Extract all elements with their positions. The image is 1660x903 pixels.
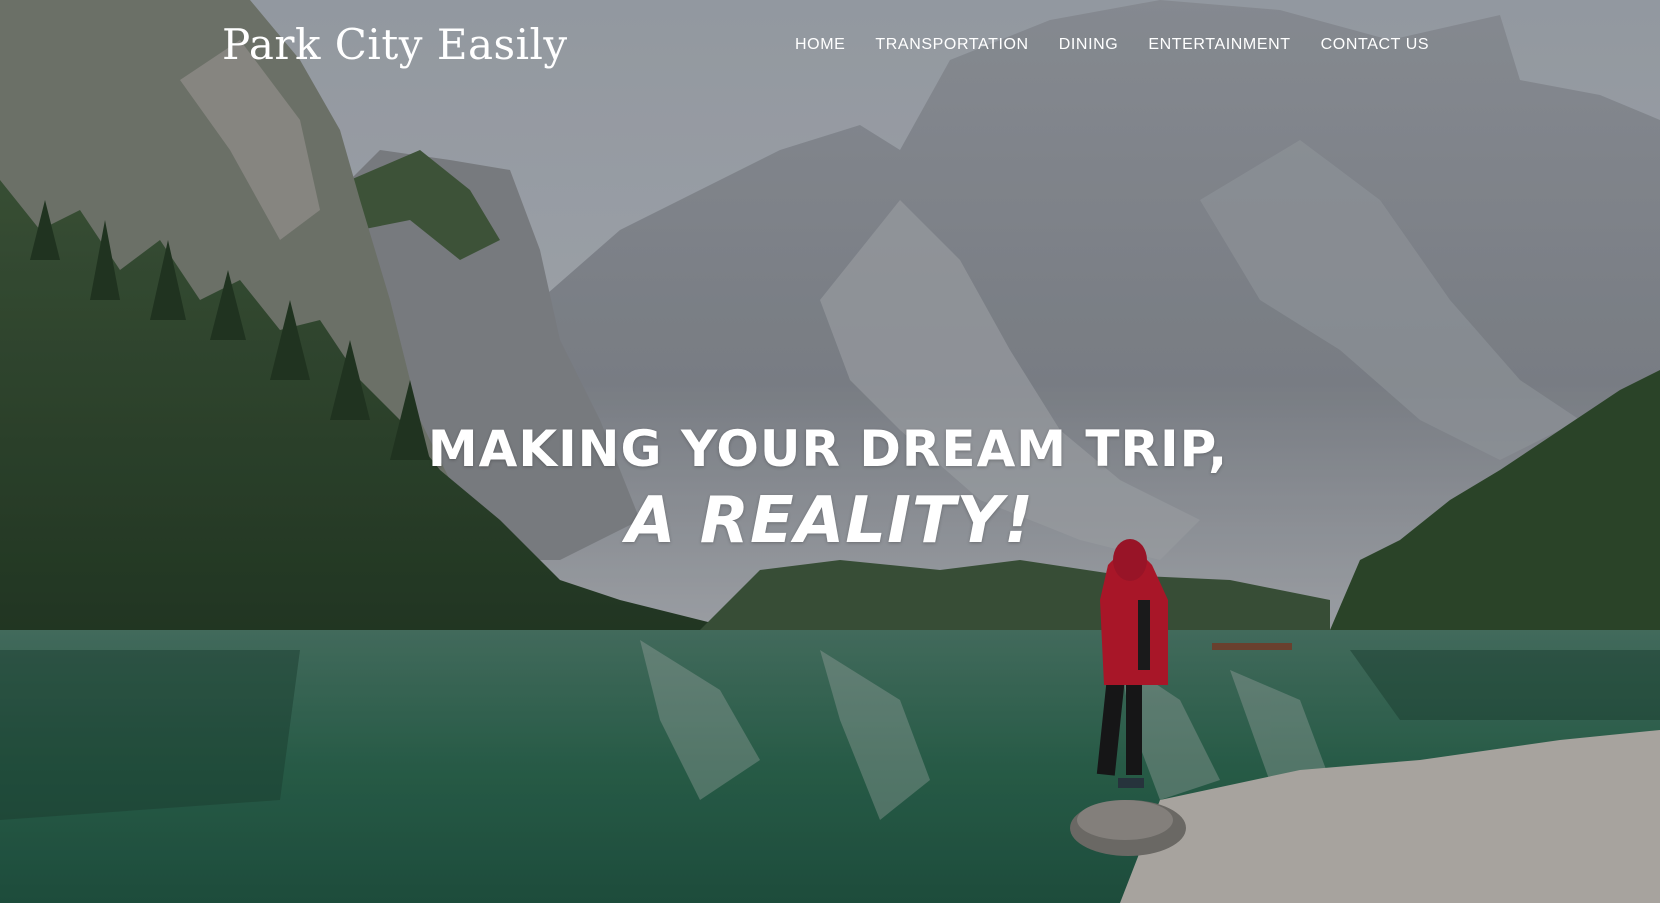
nav-entertainment[interactable]: ENTERTAINMENT xyxy=(1148,36,1290,54)
headline-line-1: MAKING YOUR DREAM TRIP, xyxy=(427,420,1229,478)
nav-home[interactable]: HOME xyxy=(795,36,845,54)
main-nav: HOME TRANSPORTATION DINING ENTERTAINMENT… xyxy=(795,36,1429,54)
headline-line-2: A REALITY! xyxy=(625,484,1035,558)
nav-contact-us[interactable]: CONTACT US xyxy=(1321,36,1430,54)
site-header: Park City Easily HOME TRANSPORTATION DIN… xyxy=(0,0,1660,95)
nav-dining[interactable]: DINING xyxy=(1059,36,1119,54)
site-logo[interactable]: Park City Easily xyxy=(222,20,568,69)
hero-headline: MAKING YOUR DREAM TRIP, A REALITY! xyxy=(0,420,1660,558)
nav-transportation[interactable]: TRANSPORTATION xyxy=(875,36,1028,54)
